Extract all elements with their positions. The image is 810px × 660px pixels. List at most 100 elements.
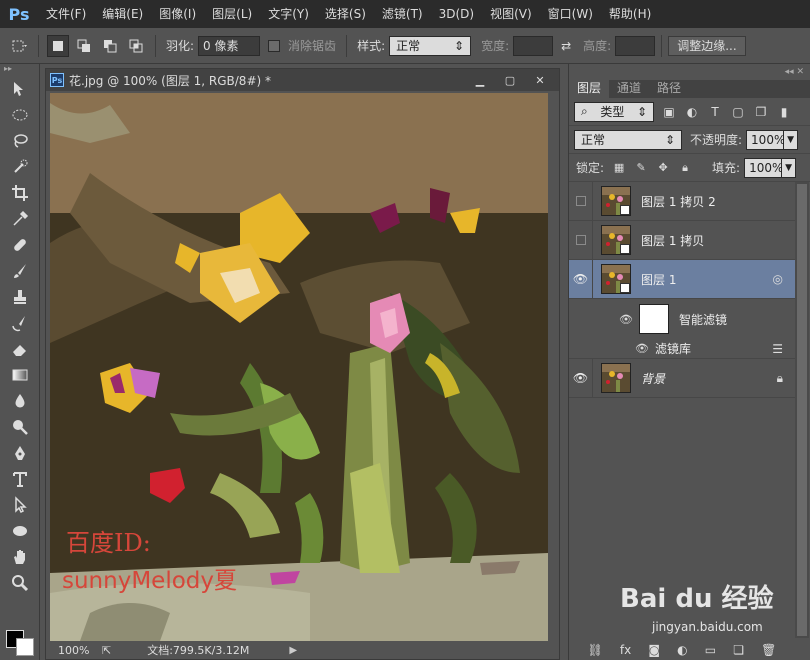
menu-select[interactable]: 选择(S) [317, 0, 374, 28]
image-canvas[interactable]: 百度ID: sunnyMelody夏 [50, 93, 548, 641]
menu-image[interactable]: 图像(I) [151, 0, 204, 28]
menu-layer[interactable]: 图层(L) [204, 0, 260, 28]
visibility-toggle[interactable] [569, 220, 593, 260]
layer-row[interactable]: 👁︎ 背景 🔒︎ [569, 358, 795, 398]
opacity-input[interactable]: 100% [746, 129, 785, 150]
layer-filter-select[interactable]: ⌕ 类型 ⇕ [574, 101, 654, 122]
tab-paths[interactable]: 路径 [649, 77, 689, 98]
add-mask-icon[interactable]: ◙ [648, 643, 660, 657]
ellipse-shape-tool-icon[interactable] [0, 518, 40, 544]
smart-object-filter-icon[interactable]: ❐ [753, 104, 769, 120]
gradient-tool-icon[interactable] [0, 362, 40, 388]
color-swatches[interactable] [6, 622, 36, 656]
document-tab[interactable]: Ps 花.jpg @ 100% (图层 1, RGB/8#) * ▁ ▢ ✕ [46, 69, 559, 91]
ellipse-marquee-tool-icon[interactable] [0, 102, 40, 128]
smart-filter-indicator-icon[interactable]: ◎ [773, 272, 783, 286]
intersect-selection-icon[interactable] [125, 35, 147, 57]
menu-3d[interactable]: 3D(D) [431, 0, 482, 28]
filter-options-icon[interactable]: ☰ [772, 342, 783, 356]
menu-filter[interactable]: 滤镜(T) [374, 0, 431, 28]
export-icon[interactable]: ⇱ [102, 644, 111, 657]
layer-row-selected[interactable]: 👁︎ 图层 1 ◎ [569, 259, 795, 299]
swap-dimensions-icon[interactable]: ⇄ [555, 35, 577, 57]
filter-toggle-icon[interactable]: ▮ [776, 104, 792, 120]
refine-edge-button[interactable]: 调整边缘... [668, 35, 746, 56]
layer-list-scrollbar[interactable] [795, 182, 809, 638]
eye-icon[interactable]: 👁︎ [619, 313, 633, 326]
minimize-icon[interactable]: ▁ [465, 71, 495, 89]
feather-input[interactable]: 0 像素 [198, 35, 261, 56]
adjustment-filter-icon[interactable]: ◐ [684, 104, 700, 120]
eye-icon[interactable]: 👁︎ [569, 259, 593, 299]
chevron-down-icon[interactable]: ▼ [782, 157, 797, 178]
lock-transparency-icon[interactable]: ▦ [612, 161, 626, 175]
height-input[interactable] [615, 35, 656, 56]
type-tool-icon[interactable] [0, 466, 40, 492]
brush-tool-icon[interactable] [0, 258, 40, 284]
width-input[interactable] [513, 35, 554, 56]
scrollbar-thumb[interactable] [797, 184, 807, 636]
quick-select-tool-icon[interactable] [0, 154, 40, 180]
close-icon[interactable]: ✕ [525, 71, 555, 89]
menu-help[interactable]: 帮助(H) [601, 0, 659, 28]
hand-tool-icon[interactable] [0, 544, 40, 570]
fill-input[interactable]: 100% [744, 157, 783, 178]
new-group-icon[interactable]: ▭ [705, 643, 716, 657]
dodge-tool-icon[interactable] [0, 414, 40, 440]
style-select[interactable]: 正常 ⇕ [389, 35, 472, 56]
subtract-selection-icon[interactable] [99, 35, 121, 57]
menu-type[interactable]: 文字(Y) [260, 0, 317, 28]
eye-icon[interactable]: 👁︎ [569, 358, 593, 398]
adjustment-layer-icon[interactable]: ◐ [677, 643, 687, 657]
menu-edit[interactable]: 编辑(E) [94, 0, 151, 28]
menu-window[interactable]: 窗口(W) [540, 0, 601, 28]
menu-file[interactable]: 文件(F) [38, 0, 94, 28]
tab-layers[interactable]: 图层 [569, 77, 610, 98]
history-brush-tool-icon[interactable] [0, 310, 40, 336]
layer-name[interactable]: 图层 1 拷贝 [641, 232, 704, 249]
lock-position-icon[interactable]: ✥ [656, 161, 670, 175]
visibility-toggle[interactable] [569, 181, 593, 221]
marquee-preset-icon[interactable] [8, 35, 30, 57]
link-layers-icon[interactable]: ⛓ [588, 643, 603, 657]
eyedropper-tool-icon[interactable] [0, 206, 40, 232]
zoom-tool-icon[interactable] [0, 570, 40, 596]
healing-brush-tool-icon[interactable] [0, 232, 40, 258]
layer-name[interactable]: 背景 [641, 370, 665, 387]
lasso-tool-icon[interactable] [0, 128, 40, 154]
eye-icon[interactable]: 👁︎ [635, 342, 649, 355]
layer-row[interactable]: 图层 1 拷贝 [569, 220, 795, 260]
background-color-swatch[interactable] [16, 638, 34, 656]
shape-filter-icon[interactable]: ▢ [730, 104, 746, 120]
filter-gallery-row[interactable]: 👁︎ 滤镜库 ☰ [569, 339, 795, 359]
layer-row[interactable]: 图层 1 拷贝 2 [569, 181, 795, 221]
layer-name[interactable]: 图层 1 [641, 271, 676, 288]
smart-filter-row[interactable]: 👁︎ 智能滤镜 [569, 299, 795, 339]
lock-pixels-icon[interactable]: ✎ [634, 161, 648, 175]
lock-all-icon[interactable]: 🔒︎ [678, 161, 692, 175]
blend-mode-select[interactable]: 正常 ⇕ [574, 129, 682, 150]
new-layer-icon[interactable]: ❏ [733, 643, 744, 657]
trash-icon[interactable]: 🗑︎ [761, 643, 776, 657]
add-selection-icon[interactable] [73, 35, 95, 57]
document-size-info[interactable]: 文档:799.5K/3.12M [147, 642, 249, 658]
filter-mask-thumbnail[interactable] [638, 304, 669, 334]
move-tool-icon[interactable] [0, 76, 40, 102]
fx-icon[interactable]: fx [620, 643, 631, 657]
antialias-checkbox[interactable] [268, 39, 281, 52]
panel-grip-icon[interactable]: ▸▸ [0, 64, 39, 76]
image-filter-icon[interactable]: ▣ [661, 104, 677, 120]
tab-channels[interactable]: 通道 [609, 77, 649, 98]
maximize-icon[interactable]: ▢ [495, 71, 525, 89]
zoom-level[interactable]: 100% [46, 644, 102, 657]
clone-stamp-tool-icon[interactable] [0, 284, 40, 310]
type-filter-icon[interactable]: T [707, 104, 723, 120]
chevron-down-icon[interactable]: ▼ [784, 129, 799, 150]
menu-view[interactable]: 视图(V) [482, 0, 540, 28]
eraser-tool-icon[interactable] [0, 336, 40, 362]
new-selection-icon[interactable] [47, 34, 69, 57]
path-select-tool-icon[interactable] [0, 492, 40, 518]
blur-tool-icon[interactable] [0, 388, 40, 414]
status-menu-arrow-icon[interactable]: ▶ [289, 645, 297, 656]
crop-tool-icon[interactable] [0, 180, 40, 206]
